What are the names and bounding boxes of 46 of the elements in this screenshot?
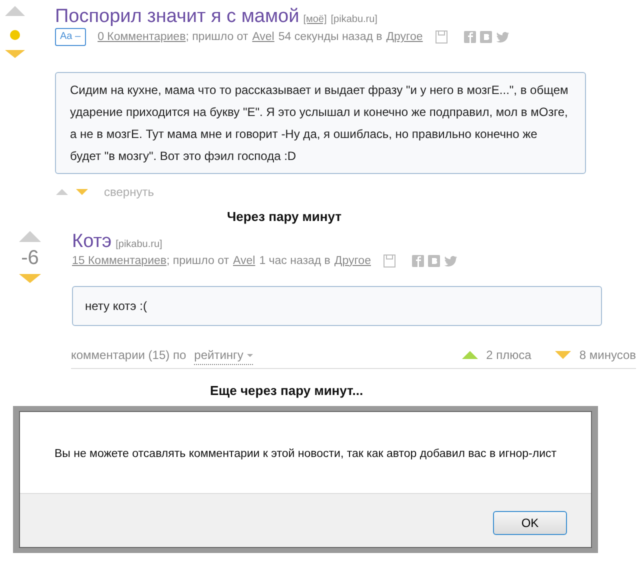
share-square-icon[interactable] xyxy=(412,254,424,266)
post-title[interactable]: Поспорил значит я с мамой xyxy=(55,6,300,28)
downvote-arrow[interactable] xyxy=(76,189,88,195)
ok-button[interactable]: OK xyxy=(493,511,567,536)
tag-link[interactable]: [моё] xyxy=(303,12,327,27)
caret-icon[interactable] xyxy=(247,354,254,357)
author-link[interactable]: Avel xyxy=(233,252,256,268)
comments-link[interactable]: 0 Комментариев xyxy=(98,29,186,45)
score: -6 xyxy=(21,246,39,270)
post-body: Сидим на кухне, мама что то рассказывает и выдает фразу "и у него в мозгЕ...", в общем ударение приходится на букву "Е". Я это услышал и конечно же подправил, мол в мОзге, а не в мозгЕ. Тут мама мне и говорит -Ну да, я ошиблась, но правильно конечно же будет "в мозгу". Вот это фэил господа :D xyxy=(55,72,586,174)
meta-text: 54 секунды назад в xyxy=(278,30,382,45)
floppy-icon[interactable] xyxy=(382,254,396,268)
downvote-arrow[interactable] xyxy=(19,274,41,282)
downvote-arrow[interactable] xyxy=(5,50,25,58)
post-title[interactable]: Котэ xyxy=(72,230,112,252)
meta-text: ; пришло от xyxy=(186,30,248,45)
post-body: нету котэ :( xyxy=(72,286,602,326)
upvote-arrow[interactable] xyxy=(5,6,25,16)
rating-dot-icon xyxy=(10,30,20,40)
minus-arrow-icon[interactable] xyxy=(555,351,572,359)
share-square-icon[interactable] xyxy=(428,254,440,266)
comments-link[interactable]: 15 Комментариев xyxy=(72,252,166,268)
source-label: [pikabu.ru] xyxy=(116,238,162,252)
plus-arrow-icon[interactable] xyxy=(462,351,478,359)
share-square-icon[interactable] xyxy=(464,31,476,43)
author-link[interactable]: Avel xyxy=(252,29,274,45)
share-square-icon[interactable] xyxy=(480,31,492,43)
sort-dropdown[interactable]: рейтингу xyxy=(194,346,254,364)
source-label: [pikabu.ru] xyxy=(330,13,378,27)
category-link[interactable]: Другое xyxy=(386,29,423,45)
category-link[interactable]: Другое xyxy=(334,252,371,268)
upvote-arrow[interactable] xyxy=(19,230,41,242)
bird-icon[interactable] xyxy=(444,254,457,266)
meta-text: ; пришло от xyxy=(166,254,230,268)
caption-text: Через пару минут xyxy=(226,208,343,226)
meta-text: 1 час назад в xyxy=(259,254,330,268)
collapse-link[interactable]: свернуть xyxy=(104,183,154,201)
upvote-arrow[interactable] xyxy=(56,189,68,195)
caption-text: Еще через пару минут... xyxy=(209,382,364,400)
minuses-count: 8 минусов xyxy=(579,347,636,364)
comments-count: комментарии (15) по xyxy=(71,347,186,364)
bird-icon[interactable] xyxy=(496,31,509,43)
pluses-count: 2 плюса xyxy=(486,347,532,364)
font-size-toggle[interactable]: Aa – xyxy=(55,28,86,46)
floppy-icon[interactable] xyxy=(434,30,448,44)
dialog-message: Вы не можете отсавлять комментарии к этой новости, так как автор добавил вас в игнор-лист xyxy=(53,447,558,462)
